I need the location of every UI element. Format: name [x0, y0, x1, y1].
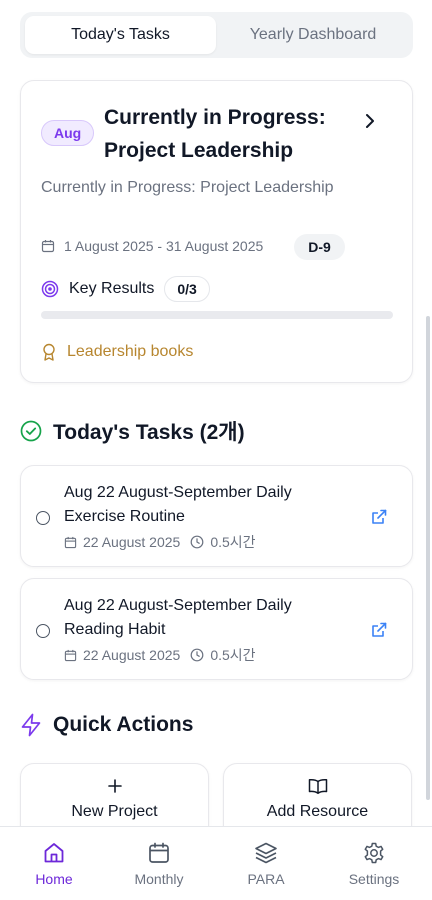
nav-monthly[interactable]: Monthly: [105, 827, 213, 900]
todays-tasks-title: Today's Tasks (2개): [53, 421, 245, 444]
clock-icon: [190, 648, 204, 662]
calendar-icon: [64, 536, 77, 548]
calendar-icon: [41, 240, 55, 253]
task-checkbox[interactable]: [36, 511, 50, 525]
task-meta: 22 August 2025 0.5시간: [64, 532, 256, 552]
calendar-icon: [105, 841, 213, 867]
month-badge: Aug: [41, 120, 95, 146]
view-tabs: Today's Tasks Yearly Dashboard: [20, 12, 413, 58]
resource-label: Leadership books: [67, 343, 194, 360]
task-date: 22 August 2025: [83, 647, 181, 663]
dday-badge: D-9: [294, 234, 345, 260]
layers-icon: [212, 841, 320, 867]
calendar-icon: [64, 649, 77, 661]
nav-para[interactable]: PARA: [212, 827, 320, 900]
main-scroll-area[interactable]: Today's Tasks Yearly Dashboard Aug Curre…: [0, 0, 432, 826]
project-date-range: 1 August 2025 - 31 August 2025: [41, 233, 263, 259]
quick-actions-title: Quick Actions: [53, 713, 194, 736]
award-icon: [43, 343, 55, 361]
chevron-right-icon[interactable]: [361, 111, 379, 131]
scrollbar[interactable]: [426, 316, 430, 800]
add-resource-label: Add Resource: [266, 803, 369, 820]
new-project-label: New Project: [71, 803, 158, 820]
check-circle-icon: [20, 420, 42, 442]
nav-monthly-label: Monthly: [134, 871, 184, 887]
nav-para-label: PARA: [247, 871, 285, 887]
plus-icon: [21, 778, 208, 796]
target-icon: [41, 280, 59, 298]
nav-home[interactable]: Home: [0, 827, 108, 900]
key-results-label: Key Results: [69, 280, 155, 297]
task-card[interactable]: Aug 22 August-September Daily Exercise R…: [20, 465, 413, 567]
project-description: Currently in Progress: Project Leadershi…: [41, 179, 334, 196]
task-duration: 0.5시간: [210, 534, 256, 550]
tab-yearly-dashboard[interactable]: Yearly Dashboard: [218, 16, 408, 54]
task-meta: 22 August 2025 0.5시간: [64, 645, 256, 665]
task-checkbox[interactable]: [36, 624, 50, 638]
quick-actions-heading: Quick Actions: [20, 713, 193, 737]
nav-home-label: Home: [35, 871, 73, 887]
lightning-icon: [21, 713, 41, 737]
task-title: Aug 22 August-September Daily Reading Ha…: [64, 597, 292, 638]
bottom-nav: Home Monthly PARA Settings: [0, 826, 432, 900]
add-resource-button[interactable]: Add Resource: [223, 763, 412, 826]
nav-settings-label: Settings: [348, 871, 400, 887]
task-date: 22 August 2025: [83, 534, 181, 550]
project-resource[interactable]: Leadership books: [41, 340, 193, 364]
external-link-icon[interactable]: [370, 621, 388, 639]
date-range-text: 1 August 2025 - 31 August 2025: [64, 238, 264, 254]
project-title: Currently in Progress: Project Leadershi…: [104, 106, 326, 162]
key-results-count: 0/3: [164, 276, 210, 302]
todays-tasks-heading: Today's Tasks (2개): [20, 416, 245, 446]
book-open-icon: [224, 778, 411, 796]
key-results-row: Key Results 0/3: [41, 275, 210, 303]
nav-settings[interactable]: Settings: [320, 827, 428, 900]
new-project-button[interactable]: New Project: [20, 763, 209, 826]
gear-icon: [320, 841, 428, 867]
clock-icon: [190, 535, 204, 549]
key-results-progress: [41, 311, 393, 319]
task-duration: 0.5시간: [210, 647, 256, 663]
tab-todays-tasks[interactable]: Today's Tasks: [25, 16, 216, 54]
external-link-icon[interactable]: [370, 508, 388, 526]
task-card[interactable]: Aug 22 August-September Daily Reading Ha…: [20, 578, 413, 680]
task-title: Aug 22 August-September Daily Exercise R…: [64, 484, 292, 525]
current-project-card[interactable]: Aug Currently in Progress: Project Leade…: [20, 80, 413, 383]
home-icon: [0, 841, 108, 867]
